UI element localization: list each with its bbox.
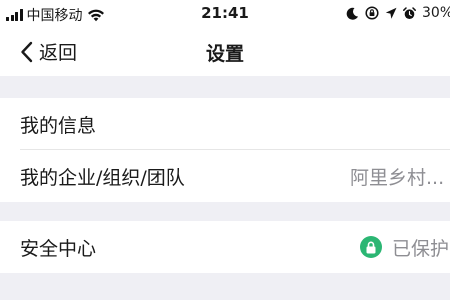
- status-bar: 中国移动 21:41 30: [0, 0, 450, 28]
- my-organization-label: 我的企业/组织/团队: [20, 166, 185, 189]
- orientation-lock-icon: [365, 6, 379, 20]
- nav-bar: 返回 设置: [0, 28, 450, 76]
- organization-name: 阿里乡村...: [350, 166, 445, 189]
- location-icon: [385, 7, 397, 19]
- alarm-icon: [403, 6, 416, 19]
- security-section: 安全中心 已保护: [0, 221, 450, 273]
- security-center-row[interactable]: 安全中心 已保护: [0, 221, 450, 273]
- security-center-label: 安全中心: [20, 237, 97, 260]
- status-right: 30%: [346, 5, 450, 21]
- my-info-row[interactable]: 我的信息: [0, 98, 450, 150]
- security-status-text: 已保护: [392, 237, 450, 260]
- profile-section: 我的信息 我的企业/组织/团队 阿里乡村...: [0, 98, 450, 202]
- lock-icon: [360, 236, 382, 258]
- my-info-label: 我的信息: [20, 114, 97, 137]
- my-organization-row[interactable]: 我的企业/组织/团队 阿里乡村...: [0, 150, 450, 202]
- page-title: 设置: [205, 43, 244, 65]
- security-status: 已保护: [360, 221, 449, 273]
- moon-icon: [346, 7, 358, 20]
- settings-screen: 中国移动 21:41 30 返回 设置 我的信息 我的企业/组织/团队 阿里乡村…: [0, 0, 450, 300]
- battery-percentage: 30%: [422, 5, 450, 21]
